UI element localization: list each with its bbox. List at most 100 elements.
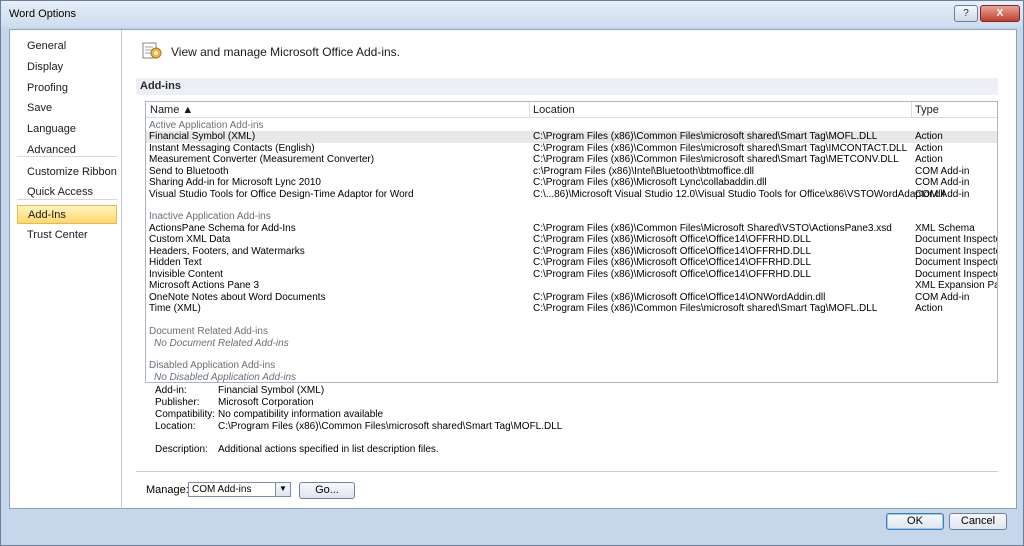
cell-name: Measurement Converter (Measurement Conve… [149, 154, 375, 165]
cell-type: COM Add-in [915, 188, 970, 200]
nav-item-language[interactable]: Language [17, 120, 117, 139]
cell-location: C:\Program Files (x86)\Common Files\micr… [533, 142, 908, 154]
nav-item-display[interactable]: Display [17, 58, 117, 77]
cell-location: C:\Program Files (x86)\Microsoft Lync\co… [533, 177, 767, 188]
table-row[interactable]: Time (XML) C:\Program Files (x86)\Common… [146, 303, 997, 315]
cell-name: Financial Symbol (XML) [149, 131, 256, 142]
cell-location: C:\Program Files (x86)\Common Files\micr… [533, 154, 899, 165]
window-title: Word Options [9, 8, 77, 20]
table-row[interactable]: Invisible Content C:\Program Files (x86)… [146, 269, 997, 281]
cell-name: ActionsPane Schema for Add-Ins [149, 222, 296, 234]
dialog-body: General Display Proofing Save Language A… [9, 29, 1017, 509]
help-button[interactable]: ? [954, 5, 978, 22]
cell-location: C:\Program Files (x86)\Common Files\micr… [533, 303, 878, 314]
cell-location: C:\...86)\Microsoft Visual Studio 12.0\V… [533, 188, 945, 200]
nav-item-add-ins[interactable]: Add-Ins [17, 205, 117, 224]
cell-type: Document Inspector [915, 234, 998, 245]
cell-type: COM Add-in [915, 177, 970, 188]
detail-value: C:\Program Files (x86)\Common Files\micr… [218, 421, 563, 432]
chevron-down-icon[interactable]: ▼ [275, 483, 290, 496]
detail-value: Additional actions specified in list des… [218, 444, 439, 455]
cell-location: C:\Program Files (x86)\Microsoft Office\… [533, 245, 812, 257]
divider [136, 471, 998, 472]
table-row[interactable]: Visual Studio Tools for Office Design-Ti… [146, 189, 997, 201]
detail-value: Microsoft Corporation [218, 397, 314, 408]
nav-item-proofing[interactable]: Proofing [17, 79, 117, 98]
options-nav: General Display Proofing Save Language A… [10, 30, 122, 508]
cell-location: C:\Program Files (x86)\Common Files\Micr… [533, 222, 892, 234]
column-divider[interactable] [529, 102, 530, 118]
nav-item-save[interactable]: Save [17, 99, 117, 118]
cell-location: c:\Program Files (x86)\Intel\Bluetooth\b… [533, 165, 755, 177]
cell-name: Hidden Text [149, 257, 202, 268]
table-row[interactable]: Send to Bluetooth c:\Program Files (x86)… [146, 166, 997, 178]
cell-type: Document Inspector [915, 245, 998, 257]
nav-item-general[interactable]: General [17, 37, 117, 56]
detail-label: Description: [155, 444, 208, 455]
cell-type: Action [915, 303, 943, 314]
cell-name: Instant Messaging Contacts (English) [149, 142, 315, 154]
detail-value: Financial Symbol (XML) [218, 385, 325, 396]
column-header-name[interactable]: Name ▲ [150, 104, 193, 116]
empty-document-addins: No Document Related Add-ins [154, 337, 289, 349]
panel-heading: View and manage Microsoft Office Add-ins… [171, 45, 401, 59]
title-bar: Word Options ? X [1, 1, 1023, 27]
group-header-inactive: Inactive Application Add-ins [149, 211, 271, 222]
go-button[interactable]: Go... [299, 482, 355, 499]
cancel-button[interactable]: Cancel [949, 513, 1007, 530]
cell-name: Sharing Add-in for Microsoft Lync 2010 [149, 177, 321, 188]
cell-name: OneNote Notes about Word Documents [149, 291, 326, 303]
detail-label: Add-in: [155, 385, 187, 396]
detail-label: Publisher: [155, 397, 200, 408]
nav-divider [17, 199, 117, 200]
cell-name: Time (XML) [149, 303, 201, 314]
addins-gear-icon [142, 42, 162, 59]
column-header-type[interactable]: Type [915, 104, 939, 116]
list-header: Name ▲ Location Type [146, 102, 997, 118]
column-header-location[interactable]: Location [533, 104, 575, 116]
detail-label: Location: [155, 421, 196, 432]
cell-name: Microsoft Actions Pane 3 [149, 280, 260, 291]
manage-select[interactable]: COM Add-ins ▼ [188, 482, 291, 497]
empty-disabled-addins: No Disabled Application Add-ins [154, 371, 297, 383]
cell-name: Send to Bluetooth [149, 165, 229, 177]
detail-label: Compatibility: [155, 409, 216, 420]
table-row[interactable]: Instant Messaging Contacts (English) C:\… [146, 143, 997, 155]
table-row[interactable]: Custom XML Data C:\Program Files (x86)\M… [146, 234, 997, 246]
table-row[interactable]: OneNote Notes about Word Documents C:\Pr… [146, 292, 997, 304]
cell-location: C:\Program Files (x86)\Microsoft Office\… [533, 291, 826, 303]
nav-item-advanced[interactable]: Advanced [17, 141, 117, 160]
cell-type: COM Add-in [915, 291, 970, 303]
section-title: Add-ins [136, 78, 998, 95]
cell-type: XML Expansion Pack [915, 280, 997, 291]
nav-divider [17, 156, 117, 157]
table-row[interactable]: Hidden Text C:\Program Files (x86)\Micro… [146, 257, 997, 269]
ok-button[interactable]: OK [886, 513, 944, 530]
close-button[interactable]: X [980, 5, 1020, 22]
word-options-window: Word Options ? X General Display Proofin… [0, 0, 1024, 546]
addins-list[interactable]: Name ▲ Location Type Active Application … [145, 101, 998, 383]
table-row[interactable]: Microsoft Actions Pane 3 XML Expansion P… [146, 280, 997, 292]
column-divider[interactable] [911, 102, 912, 118]
table-row[interactable]: ActionsPane Schema for Add-Ins C:\Progra… [146, 223, 997, 235]
cell-type: Action [915, 131, 943, 142]
manage-label: Manage: [146, 484, 189, 496]
table-row[interactable]: Financial Symbol (XML) C:\Program Files … [146, 131, 997, 143]
cell-location: C:\Program Files (x86)\Microsoft Office\… [533, 257, 812, 268]
nav-item-customize-ribbon[interactable]: Customize Ribbon [17, 163, 117, 182]
group-header-active: Active Application Add-ins [149, 120, 264, 131]
detail-value: No compatibility information available [218, 409, 384, 420]
table-row[interactable]: Sharing Add-in for Microsoft Lync 2010 C… [146, 177, 997, 189]
nav-item-trust-center[interactable]: Trust Center [17, 226, 117, 245]
cell-type: XML Schema [915, 222, 975, 234]
table-row[interactable]: Measurement Converter (Measurement Conve… [146, 154, 997, 166]
cell-type: Action [915, 154, 943, 165]
cell-type: Document Inspector [915, 257, 998, 268]
group-header-disabled: Disabled Application Add-ins [149, 360, 276, 371]
cell-location: C:\Program Files (x86)\Microsoft Office\… [533, 268, 812, 280]
addins-panel: View and manage Microsoft Office Add-ins… [123, 30, 1016, 508]
cell-name: Headers, Footers, and Watermarks [149, 245, 305, 257]
cell-name: Invisible Content [149, 268, 223, 280]
cell-name: Custom XML Data [149, 234, 231, 245]
table-row[interactable]: Headers, Footers, and Watermarks C:\Prog… [146, 246, 997, 258]
